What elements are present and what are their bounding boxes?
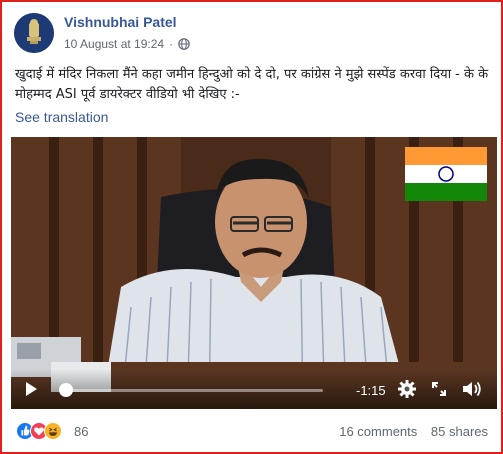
- progress-handle[interactable]: [59, 383, 74, 397]
- play-icon[interactable]: [23, 381, 39, 397]
- post-date[interactable]: 10 August at 19:24: [64, 37, 164, 51]
- globe-icon: [178, 38, 190, 50]
- settings-icon[interactable]: [397, 379, 417, 399]
- meta-separator: ·: [169, 37, 174, 51]
- reaction-count[interactable]: 86: [74, 424, 88, 439]
- post-stats: 16 comments 85 shares: [329, 424, 488, 439]
- fullscreen-icon[interactable]: [431, 381, 447, 397]
- post-card: Vishnubhai Patel 10 August at 19:24 · खु…: [0, 0, 503, 454]
- author-name[interactable]: Vishnubhai Patel: [64, 14, 177, 30]
- avatar[interactable]: [14, 13, 54, 53]
- volume-icon[interactable]: [461, 379, 483, 399]
- progress-track[interactable]: [61, 389, 323, 392]
- flag-overlay: [405, 147, 487, 201]
- video-controls: -1:15: [11, 369, 497, 409]
- post-header: Vishnubhai Patel 10 August at 19:24 ·: [14, 11, 484, 59]
- time-remaining: -1:15: [356, 383, 386, 398]
- haha-icon: [44, 422, 62, 440]
- post-meta: 10 August at 19:24 ·: [64, 37, 190, 51]
- emblem-icon: [14, 13, 54, 53]
- shares-count[interactable]: 85 shares: [431, 424, 488, 439]
- post-text: खुदाई में मंदिर निकला मैंने कहा जमीन हिन…: [15, 67, 489, 102]
- video-player[interactable]: -1:15: [11, 137, 497, 409]
- comments-count[interactable]: 16 comments: [339, 424, 417, 439]
- see-translation-link[interactable]: See translation: [15, 109, 108, 125]
- post-footer: 86 16 comments 85 shares: [16, 422, 492, 442]
